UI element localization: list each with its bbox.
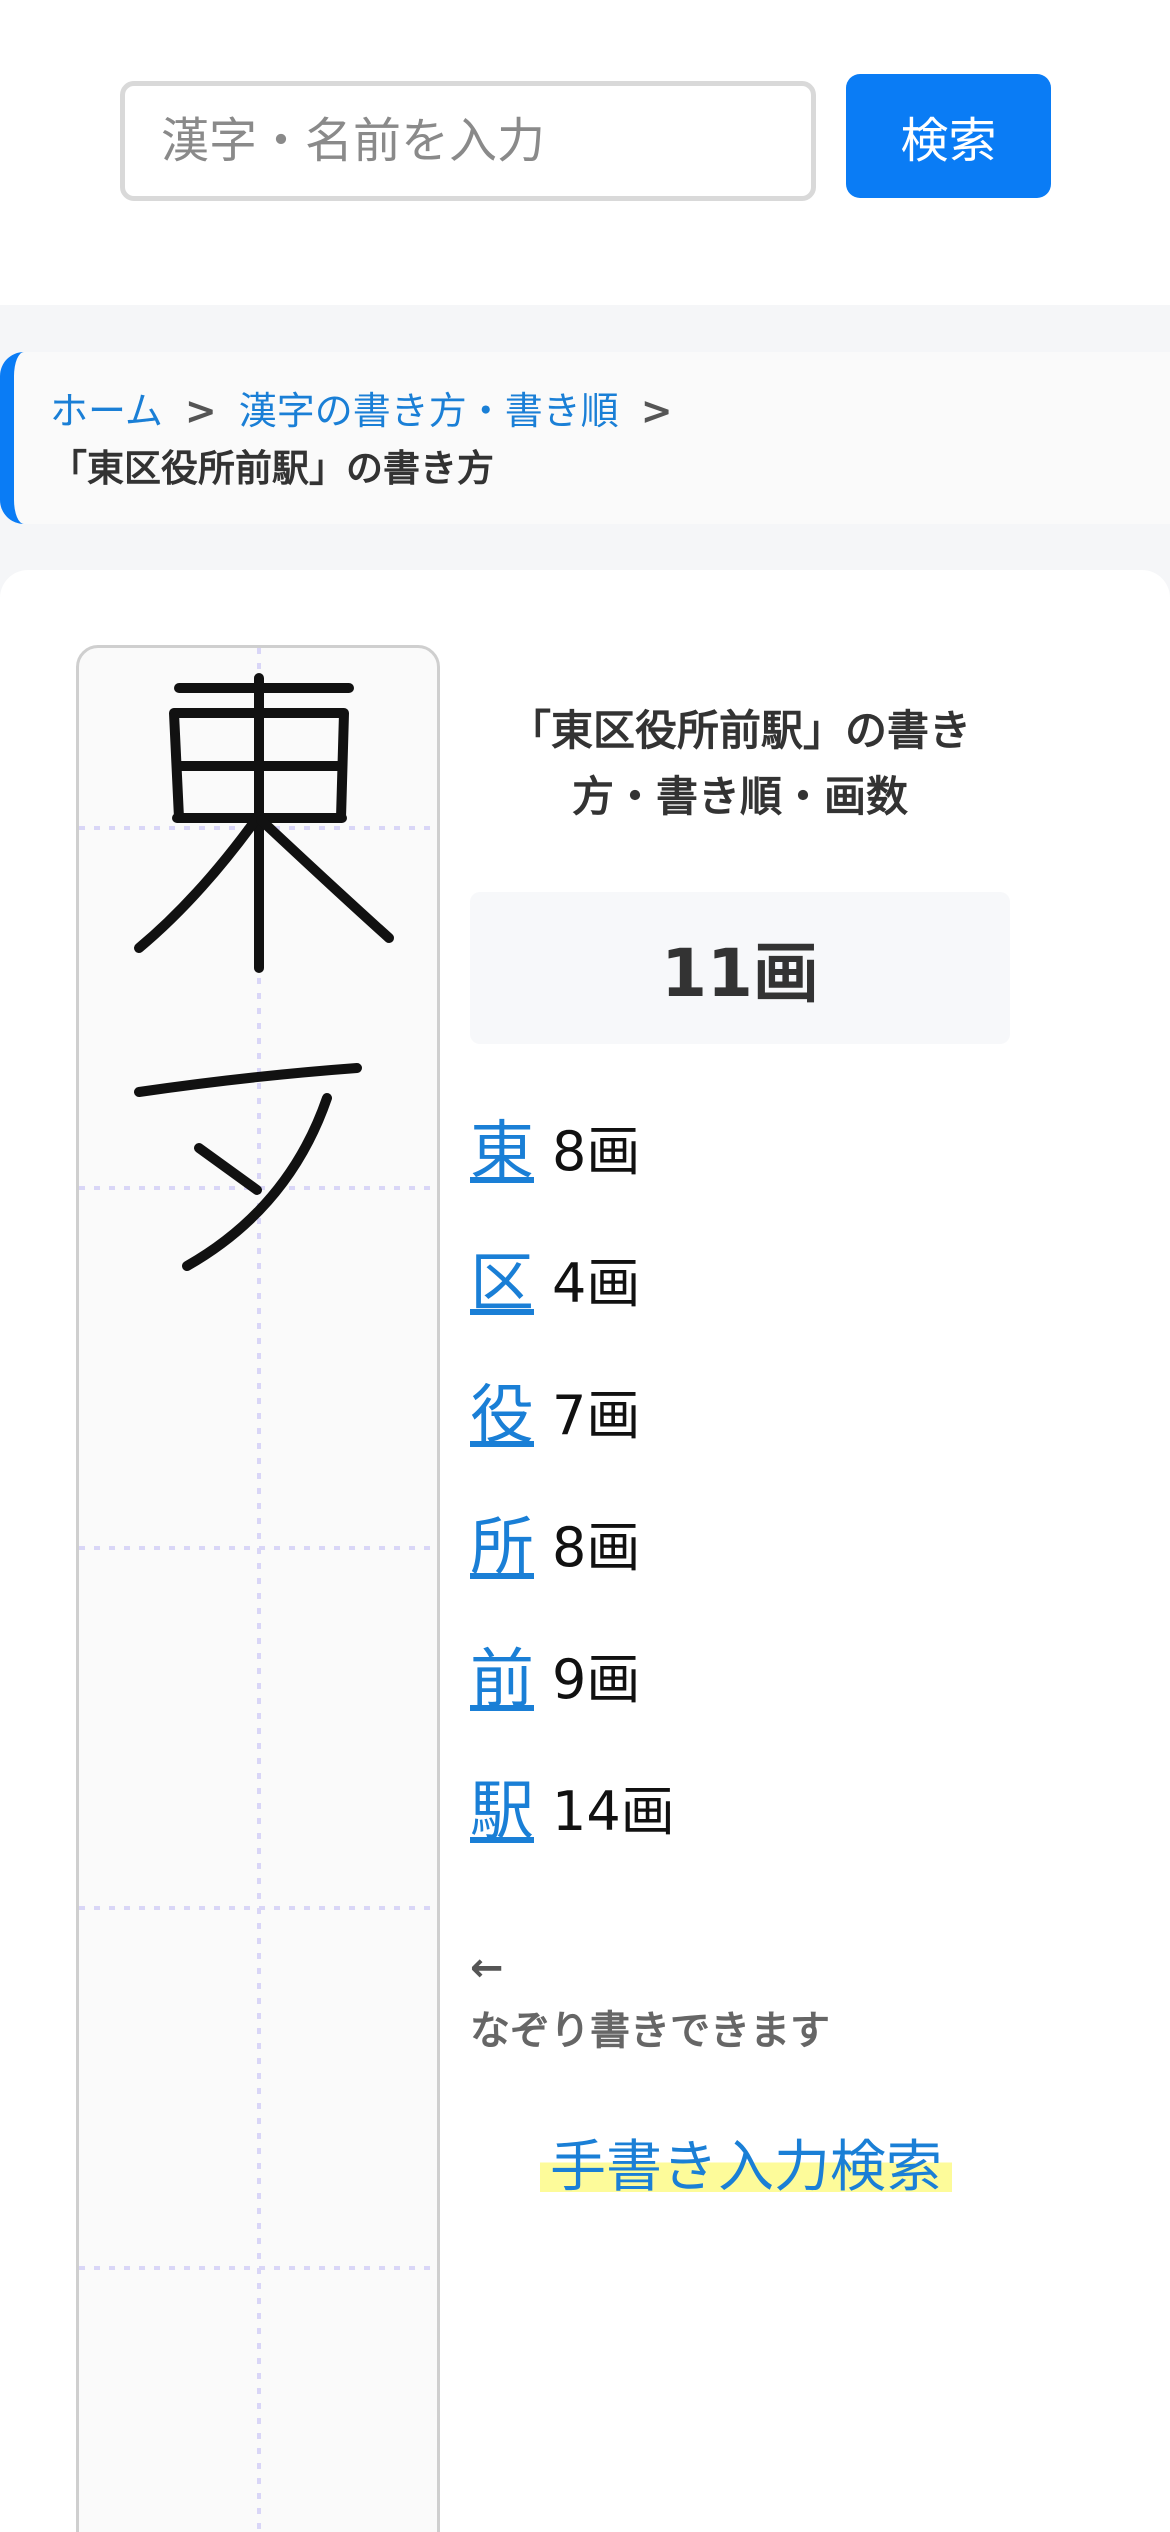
kanji-link[interactable]: 役 (470, 1364, 552, 1456)
breadcrumb: ホーム > 漢字の書き方・書き順 > 「東区役所前駅」の書き方 (0, 352, 1170, 524)
search-button[interactable]: 検索 (846, 74, 1051, 198)
page-title: 「東区役所前駅」の書き方・書き順・画数 (508, 706, 971, 821)
writing-grid (79, 648, 437, 2532)
stroke-count: 8画 (552, 1119, 641, 1183)
kanji-link[interactable]: 区 (470, 1232, 552, 1324)
breadcrumb-category-link[interactable]: 漢字の書き方・書き順 (239, 389, 619, 433)
list-item: 区 4画 (470, 1212, 1030, 1344)
list-item: 駅 14画 (470, 1740, 1030, 1872)
character-stroke-list: 東 8画 区 4画 役 7画 所 8画 前 9画 駅 14画 (470, 1080, 1030, 1872)
trace-hint-text: なぞり書きできます (470, 2008, 830, 2054)
search-input[interactable] (120, 81, 816, 201)
handwritten-character-higashi (134, 673, 394, 973)
site-header: 検索 (0, 0, 1170, 305)
breadcrumb-home-link[interactable]: ホーム (50, 389, 163, 433)
list-item: 前 9画 (470, 1608, 1030, 1740)
kanji-link[interactable]: 前 (470, 1628, 552, 1720)
breadcrumb-separator: > (640, 389, 673, 433)
kanji-link[interactable]: 所 (470, 1496, 552, 1588)
stroke-count: 9画 (552, 1647, 641, 1711)
breadcrumb-links: ホーム > 漢字の書き方・書き順 > (50, 382, 1170, 440)
list-item: 所 8画 (470, 1476, 1030, 1608)
list-item: 東 8画 (470, 1080, 1030, 1212)
kanji-link[interactable]: 東 (470, 1100, 552, 1192)
breadcrumb-separator: > (184, 389, 217, 433)
total-stroke-count: 11画 (470, 892, 1010, 1044)
list-item: 役 7画 (470, 1344, 1030, 1476)
left-arrow-icon: ← (470, 1945, 504, 1991)
handwriting-search-link[interactable]: 手書き入力検索 (540, 2122, 952, 2200)
total-stroke-count-value: 11画 (661, 935, 819, 1012)
stroke-count: 4画 (552, 1251, 641, 1315)
kanji-detail-card: 「東区役所前駅」の書き方・書き順・画数 11画 東 8画 区 4画 役 7画 所… (0, 570, 1170, 2532)
stroke-writing-canvas[interactable] (76, 645, 440, 2532)
handwritten-character-second (134, 1063, 362, 1271)
breadcrumb-current-page: 「東区役所前駅」の書き方 (50, 447, 494, 490)
stroke-count: 14画 (552, 1779, 675, 1843)
stroke-count: 7画 (552, 1383, 641, 1447)
kanji-link[interactable]: 駅 (470, 1760, 552, 1852)
stroke-count: 8画 (552, 1515, 641, 1579)
